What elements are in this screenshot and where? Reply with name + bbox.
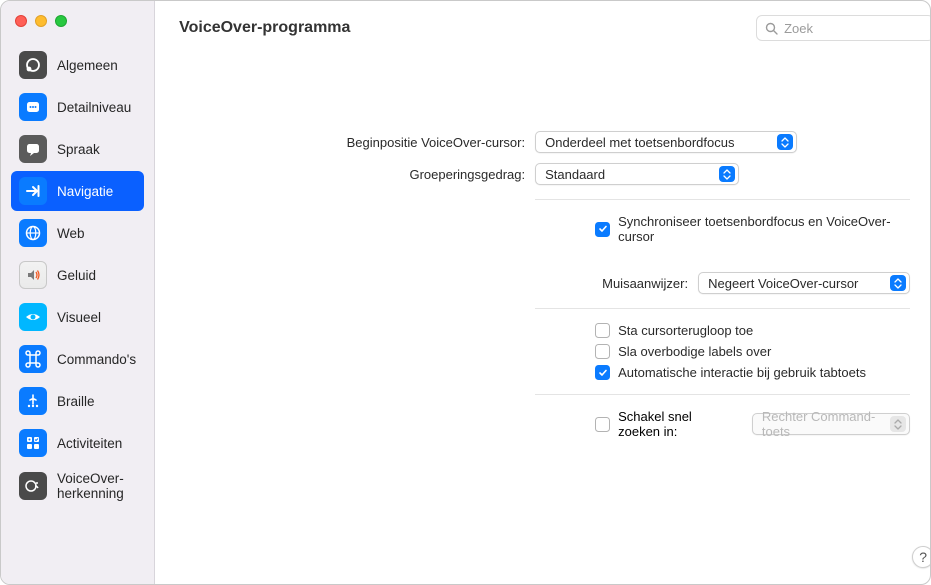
help-button[interactable]: ? [912,546,931,568]
titlebar: VoiceOver-programma [155,1,931,53]
row-mouse: Muisaanwijzer: Negeert VoiceOver-cursor [175,272,910,294]
speech-icon [19,135,47,163]
chevron-updown-icon [777,134,793,150]
sidebar-item-algemeen[interactable]: Algemeen [11,45,144,85]
sidebar-item-label: Braille [57,394,95,409]
search-field[interactable] [756,15,931,41]
separator [535,308,910,309]
sidebar-item-label: Visueel [57,310,101,325]
sync-checkbox[interactable] [595,222,610,237]
sidebar-item-label: Spraak [57,142,100,157]
search-input[interactable] [784,21,925,36]
sidebar-item-label: Detailniveau [57,100,131,115]
chevron-updown-icon [890,275,906,291]
sidebar-item-detailniveau[interactable]: Detailniveau [11,87,144,127]
sidebar-item-label: Navigatie [57,184,113,199]
sidebar-item-spraak[interactable]: Spraak [11,129,144,169]
auto-interact-checkbox[interactable] [595,365,610,380]
sidebar-item-web[interactable]: Web [11,213,144,253]
quick-search-value: Rechter Command-toets [762,409,882,439]
mouse-value: Negeert VoiceOver-cursor [708,276,882,291]
general-icon [19,51,47,79]
commanders-icon [19,345,47,373]
sidebar-item-label: Algemeen [57,58,118,73]
sidebar-item-label: VoiceOver-herkenning [57,471,136,501]
mouse-select[interactable]: Negeert VoiceOver-cursor [698,272,910,294]
sync-label: Synchroniseer toetsenbordfocus en VoiceO… [618,214,910,244]
sidebar-item-label: Activiteiten [57,436,122,451]
minimize-button[interactable] [35,15,47,27]
window-controls [1,9,154,45]
row-initial-position: Beginpositie VoiceOver-cursor: Onderdeel… [175,131,910,153]
zoom-button[interactable] [55,15,67,27]
page-title: VoiceOver-programma [179,19,350,37]
initial-position-select[interactable]: Onderdeel met toetsenbordfocus [535,131,797,153]
row-sync: Synchroniseer toetsenbordfocus en VoiceO… [175,214,910,244]
activities-icon [19,429,47,457]
sidebar-item-navigatie[interactable]: Navigatie [11,171,144,211]
row-quick-search: Schakel snel zoeken in: Rechter Command-… [175,409,910,439]
sidebar-item-label: Web [57,226,85,241]
auto-interact-label: Automatische interactie bij gebruik tabt… [618,365,866,380]
grouping-select[interactable]: Standaard [535,163,739,185]
row-grouping: Groeperingsgedrag: Standaard [175,163,910,185]
window: Algemeen Detailniveau Spraak Navigatie [0,0,931,585]
web-icon [19,219,47,247]
search-icon [765,22,778,35]
sidebar-item-label: Geluid [57,268,96,283]
visual-icon [19,303,47,331]
redundant-checkbox[interactable] [595,344,610,359]
separator [535,394,910,395]
close-button[interactable] [15,15,27,27]
wrap-checkbox[interactable] [595,323,610,338]
sidebar-item-commandos[interactable]: Commando's [11,339,144,379]
verbosity-icon [19,93,47,121]
row-wrap: Sta cursorterugloop toe [175,323,910,338]
navigation-icon [19,177,47,205]
chevron-updown-icon [890,416,906,432]
initial-position-label: Beginpositie VoiceOver-cursor: [175,135,535,150]
sound-icon [19,261,47,289]
braille-icon [19,387,47,415]
content: Beginpositie VoiceOver-cursor: Onderdeel… [155,53,931,439]
sidebar-item-label: Commando's [57,352,136,367]
sidebar-item-herkenning[interactable]: VoiceOver-herkenning [11,465,144,507]
redundant-label: Sla overbodige labels over [618,344,771,359]
quick-search-checkbox[interactable] [595,417,610,432]
main-pane: VoiceOver-programma Beginpositie VoiceOv… [155,1,931,584]
grouping-label: Groeperingsgedrag: [175,167,535,182]
sidebar-item-geluid[interactable]: Geluid [11,255,144,295]
initial-position-value: Onderdeel met toetsenbordfocus [545,135,769,150]
wrap-label: Sta cursorterugloop toe [618,323,753,338]
grouping-value: Standaard [545,167,711,182]
quick-search-select[interactable]: Rechter Command-toets [752,413,910,435]
separator [535,199,910,200]
recognition-icon [19,472,47,500]
sidebar-item-activiteiten[interactable]: Activiteiten [11,423,144,463]
sidebar-item-braille[interactable]: Braille [11,381,144,421]
row-auto-interact: Automatische interactie bij gebruik tabt… [175,365,910,380]
sidebar: Algemeen Detailniveau Spraak Navigatie [1,1,155,584]
row-redundant: Sla overbodige labels over [175,344,910,359]
mouse-label: Muisaanwijzer: [175,276,688,291]
chevron-updown-icon [719,166,735,182]
sidebar-list: Algemeen Detailniveau Spraak Navigatie [1,45,154,509]
quick-search-label: Schakel snel zoeken in: [618,409,726,439]
sidebar-item-visueel[interactable]: Visueel [11,297,144,337]
